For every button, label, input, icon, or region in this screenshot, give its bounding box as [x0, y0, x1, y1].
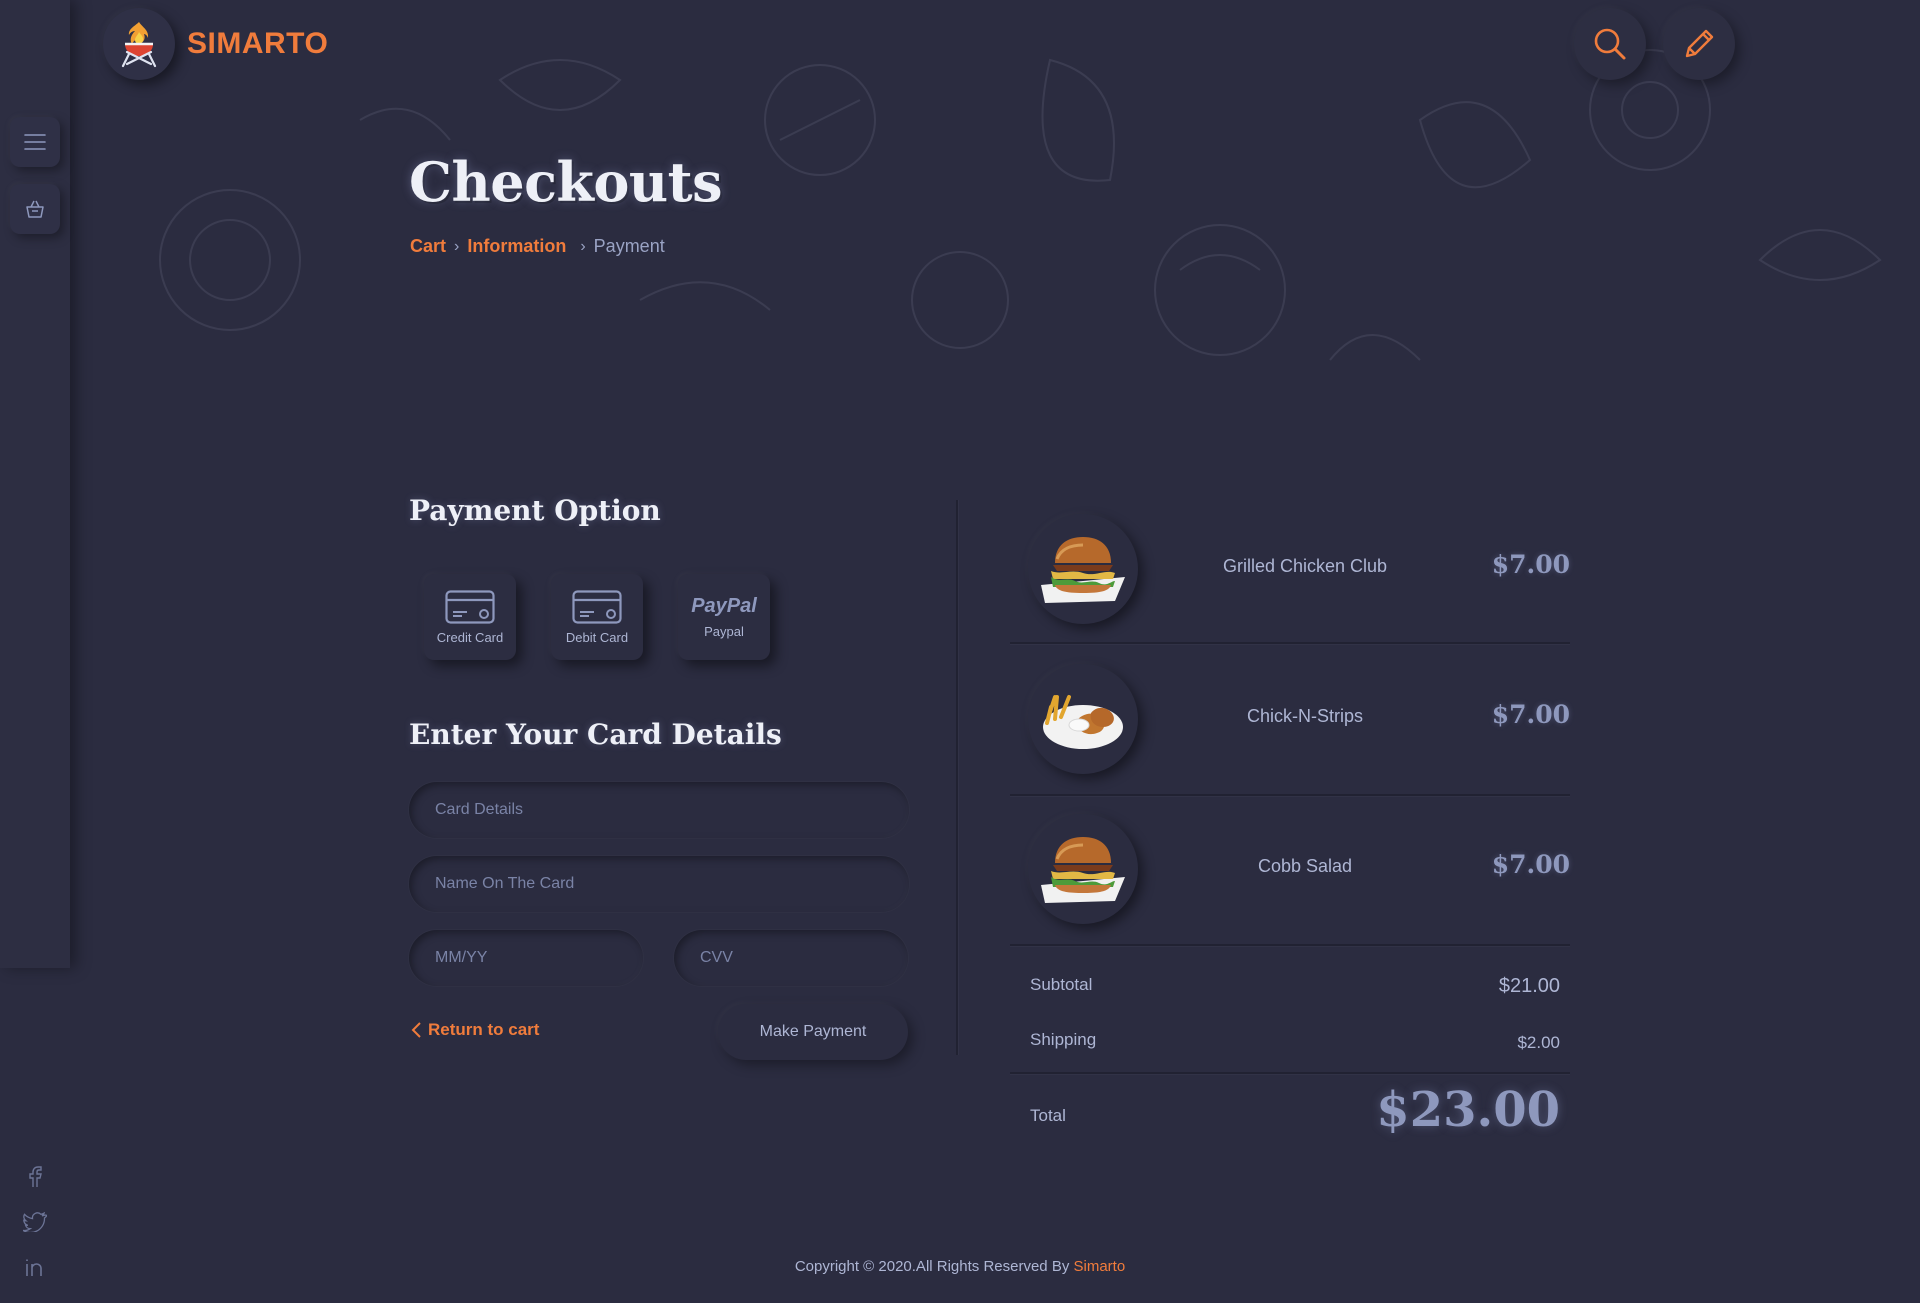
- payment-option-heading: Payment Option: [409, 494, 661, 527]
- shipping-label: Shipping: [1030, 1030, 1097, 1049]
- subtotal-label: Subtotal: [1030, 975, 1093, 994]
- shopping-basket-icon: [26, 200, 44, 218]
- brand-logo[interactable]: SIMARTO: [103, 8, 328, 80]
- burger-image: [1041, 837, 1125, 903]
- item-price: $7.00: [1491, 850, 1570, 879]
- pencil-icon: [1685, 29, 1714, 58]
- cvv-input[interactable]: [674, 930, 908, 986]
- return-to-cart-link[interactable]: Return to cart: [410, 1020, 539, 1040]
- order-item: Cobb Salad $7.00: [1010, 796, 1570, 946]
- paypal-logo: PayPal: [691, 595, 757, 617]
- item-name: Grilled Chicken Club: [1222, 556, 1388, 576]
- item-image: [1028, 514, 1138, 624]
- logo-badge: [103, 8, 175, 80]
- return-to-cart-label: Return to cart: [428, 1020, 540, 1039]
- item-name: Chick-N-Strips: [1246, 706, 1363, 726]
- card-details-input[interactable]: [409, 782, 909, 838]
- breadcrumb-payment: Payment: [593, 236, 665, 256]
- card-details-heading: Enter Your Card Details: [409, 718, 782, 751]
- expiry-input[interactable]: [409, 930, 643, 986]
- search-icon: [1594, 28, 1626, 60]
- total-label: Total: [1030, 1106, 1066, 1125]
- search-button[interactable]: [1574, 8, 1646, 80]
- column-divider: [956, 500, 958, 1055]
- facebook-link[interactable]: [22, 1164, 48, 1190]
- credit-card-label: Credit Card: [436, 629, 504, 645]
- item-price: $7.00: [1491, 700, 1570, 729]
- credit-card-icon: [445, 589, 495, 624]
- row-divider: [1010, 642, 1570, 644]
- chevron-left-icon: [411, 1022, 421, 1038]
- breadcrumb: Cart › Information › Payment: [410, 236, 665, 257]
- page-title: Checkouts: [409, 150, 723, 214]
- debit-card-option[interactable]: Debit Card: [551, 574, 643, 660]
- row-divider: [1010, 944, 1570, 946]
- chicken-strips-image: [1043, 695, 1123, 749]
- item-name: Cobb Salad: [1257, 856, 1353, 876]
- cart-button[interactable]: [10, 184, 60, 234]
- row-divider: [1010, 1072, 1570, 1074]
- footer-brand-link[interactable]: Simarto: [1074, 1258, 1126, 1275]
- item-image: [1028, 664, 1138, 774]
- subtotal-value: $21.00: [1498, 975, 1560, 997]
- item-image: [1028, 814, 1138, 924]
- credit-card-option[interactable]: Credit Card: [424, 574, 516, 660]
- make-payment-button[interactable]: Make Payment: [718, 1004, 908, 1060]
- paypal-option[interactable]: PayPal Paypal: [678, 574, 770, 660]
- footer: Copyright © 2020.All Rights Reserved By …: [0, 1258, 1920, 1275]
- paypal-label: Paypal: [704, 624, 744, 639]
- menu-button[interactable]: [10, 117, 60, 167]
- twitter-icon: [23, 1212, 47, 1232]
- edit-button[interactable]: [1663, 8, 1735, 80]
- debit-card-label: Debit Card: [565, 629, 629, 645]
- shipping-value: $2.00: [1517, 1033, 1560, 1052]
- copyright-text: Copyright © 2020.All Rights Reserved By: [794, 1258, 1070, 1275]
- hamburger-menu-icon: [24, 134, 46, 150]
- order-item: Chick-N-Strips $7.00: [1010, 646, 1570, 796]
- chevron-right-icon: ›: [454, 237, 460, 255]
- breadcrumb-information[interactable]: Information: [467, 236, 566, 257]
- facebook-icon: [29, 1166, 42, 1187]
- debit-card-icon: [572, 589, 622, 624]
- total-value: $23.00: [1376, 1082, 1560, 1138]
- name-on-card-input[interactable]: [409, 856, 909, 912]
- twitter-link[interactable]: [22, 1209, 48, 1235]
- order-item: Grilled Chicken Club $7.00: [1010, 496, 1570, 646]
- brand-name: SIMARTO: [187, 27, 329, 60]
- grill-flame-icon: [121, 22, 157, 68]
- item-price: $7.00: [1491, 550, 1570, 579]
- side-rail: [0, 0, 70, 968]
- chevron-right-icon: ›: [580, 237, 586, 255]
- burger-image: [1041, 537, 1125, 603]
- breadcrumb-cart[interactable]: Cart: [410, 236, 446, 257]
